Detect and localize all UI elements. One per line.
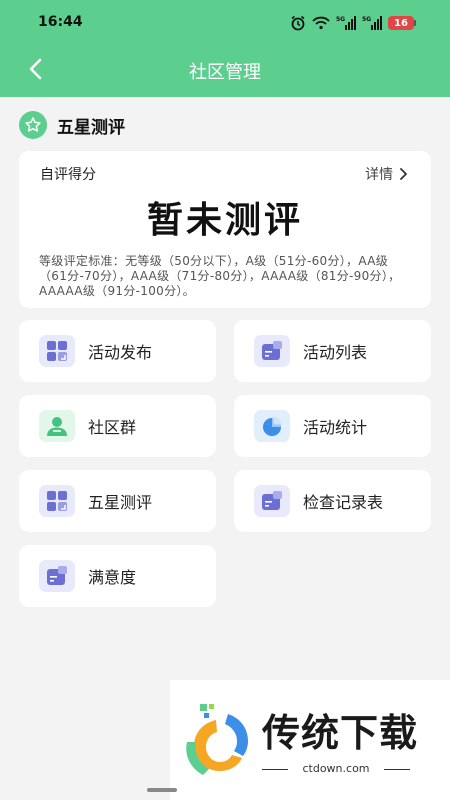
- signal-icon-2: 5G: [362, 15, 382, 31]
- menu-label: 社区群: [88, 418, 137, 437]
- menu-item-community-group[interactable]: 社区群: [19, 395, 216, 457]
- section-header: 五星测评: [19, 111, 125, 139]
- battery-indicator: 16: [388, 15, 416, 31]
- menu-item-activity-stats[interactable]: 活动统计: [234, 395, 431, 457]
- nav-bar: 社区管理: [0, 44, 450, 97]
- status-bar: 16:44 5G 5G 16: [0, 0, 450, 44]
- page-title: 社区管理: [189, 62, 261, 83]
- wifi-icon: [312, 15, 330, 31]
- menu-item-satisfaction[interactable]: 满意度: [19, 545, 216, 607]
- promo-url: ctdown.com: [262, 762, 410, 775]
- section-title: 五星测评: [57, 117, 125, 138]
- menu-item-activity-list[interactable]: 活动列表: [234, 320, 431, 382]
- menu-label: 活动统计: [303, 418, 368, 437]
- person-icon: [39, 410, 75, 442]
- promo-title: 传统下载: [262, 711, 419, 755]
- status-time: 16:44: [38, 14, 83, 30]
- signal-icon: 5G: [336, 15, 356, 31]
- grid-icon: [39, 485, 75, 517]
- menu-label: 五星测评: [88, 493, 153, 512]
- app-header: 16:44 5G 5G 16 社区管理: [0, 0, 450, 97]
- network-label: 5G: [336, 16, 345, 23]
- document-icon: [254, 485, 290, 517]
- menu-label: 活动列表: [303, 343, 368, 362]
- chevron-right-icon: [400, 168, 407, 180]
- document-icon: [254, 335, 290, 367]
- menu-label: 活动发布: [88, 343, 153, 362]
- score-label: 自评得分: [40, 167, 96, 183]
- status-icons: 5G 5G 16: [290, 14, 416, 32]
- promo-watermark: 传统下载 ctdown.com: [170, 680, 450, 800]
- network-label-2: 5G: [362, 16, 371, 23]
- star-badge-icon: [19, 111, 47, 139]
- alarm-icon: [290, 15, 306, 31]
- menu-item-activity-publish[interactable]: 活动发布: [19, 320, 216, 382]
- battery-level: 16: [388, 16, 414, 30]
- details-label: 详情: [365, 167, 393, 183]
- score-card: 自评得分 详情 暂未测评 等级评定标准：无等级（50分以下），A级（51分-60…: [19, 151, 431, 308]
- details-link[interactable]: 详情: [365, 164, 407, 184]
- score-standard: 等级评定标准：无等级（50分以下），A级（51分-60分），AA级（61分-70…: [39, 254, 401, 298]
- menu-item-five-star-eval[interactable]: 五星测评: [19, 470, 216, 532]
- menu-label: 检查记录表: [303, 493, 384, 512]
- score-value: 暂未测评: [146, 200, 303, 241]
- menu-label: 满意度: [88, 568, 137, 587]
- home-indicator: [147, 788, 177, 792]
- grid-icon: [39, 335, 75, 367]
- menu-item-inspection-record[interactable]: 检查记录表: [234, 470, 431, 532]
- pie-chart-icon: [254, 410, 290, 442]
- promo-logo-icon: [186, 704, 248, 775]
- document-icon: [39, 560, 75, 592]
